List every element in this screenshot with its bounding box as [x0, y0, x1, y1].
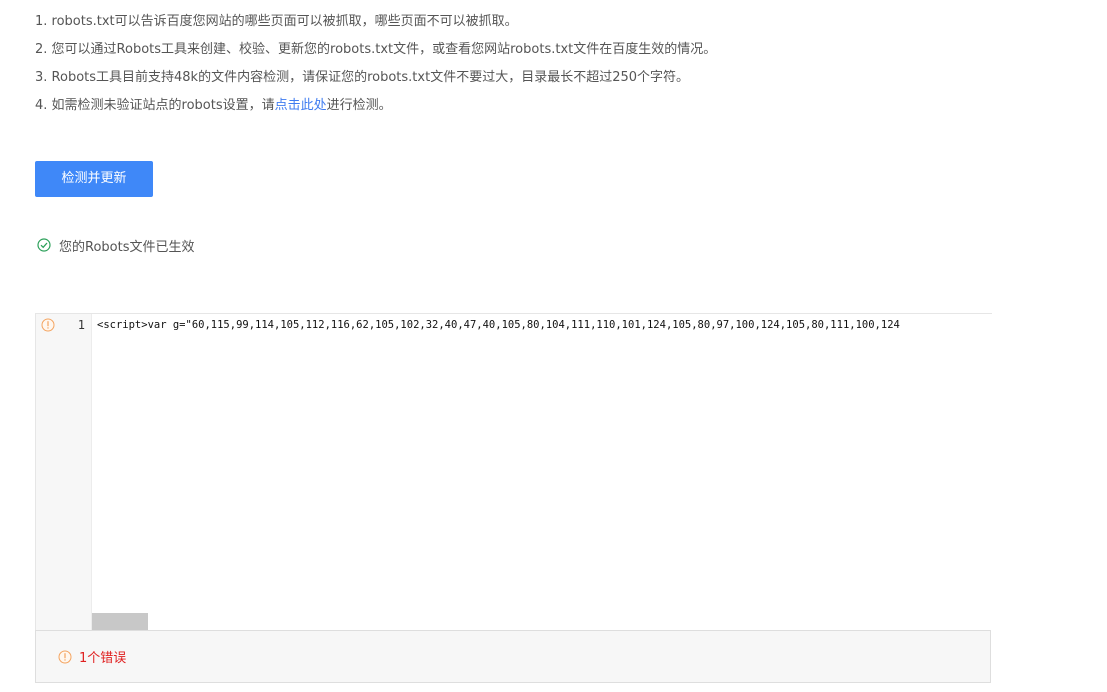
editor-gutter: 1 [36, 314, 92, 630]
status-message: 您的Robots文件已生效 [37, 235, 194, 255]
line-number: 1 [77, 318, 85, 332]
tip-item: 4. 如需检测未验证站点的robots设置，请点击此处进行检测。 [35, 92, 716, 120]
code-area[interactable]: <script>var g="60,115,99,114,105,112,116… [97, 318, 987, 608]
tip-prefix: 4. 如需检测未验证站点的robots设置，请 [35, 98, 275, 113]
tip-suffix: 进行检测。 [326, 98, 392, 113]
error-count-text[interactable]: 1个错误 [79, 647, 126, 666]
warning-icon[interactable] [41, 318, 55, 332]
tip-item: 3. Robots工具目前支持48k的文件内容检测，请保证您的robots.tx… [35, 70, 690, 85]
tips-list: 1. robots.txt可以告诉百度您网站的哪些页面可以被抓取，哪些页面不可以… [35, 8, 716, 120]
robots-tool-page: 1. robots.txt可以告诉百度您网站的哪些页面可以被抓取，哪些页面不可以… [0, 0, 1107, 692]
check-circle-icon [37, 238, 51, 252]
check-and-update-button[interactable]: 检测并更新 [35, 161, 153, 197]
error-summary-panel: 1个错误 [35, 630, 991, 683]
code-line[interactable]: <script>var g="60,115,99,114,105,112,116… [97, 318, 987, 333]
robots-code-editor[interactable]: 1 <script>var g="60,115,99,114,105,112,1… [35, 313, 992, 631]
tip-item: 2. 您可以通过Robots工具来创建、校验、更新您的robots.txt文件，… [35, 42, 717, 57]
check-here-link[interactable]: 点击此处 [275, 98, 327, 113]
tip-item: 1. robots.txt可以告诉百度您网站的哪些页面可以被抓取，哪些页面不可以… [35, 14, 518, 29]
horizontal-scrollbar[interactable] [92, 613, 148, 630]
status-text: 您的Robots文件已生效 [59, 239, 195, 255]
warning-icon [58, 650, 72, 663]
